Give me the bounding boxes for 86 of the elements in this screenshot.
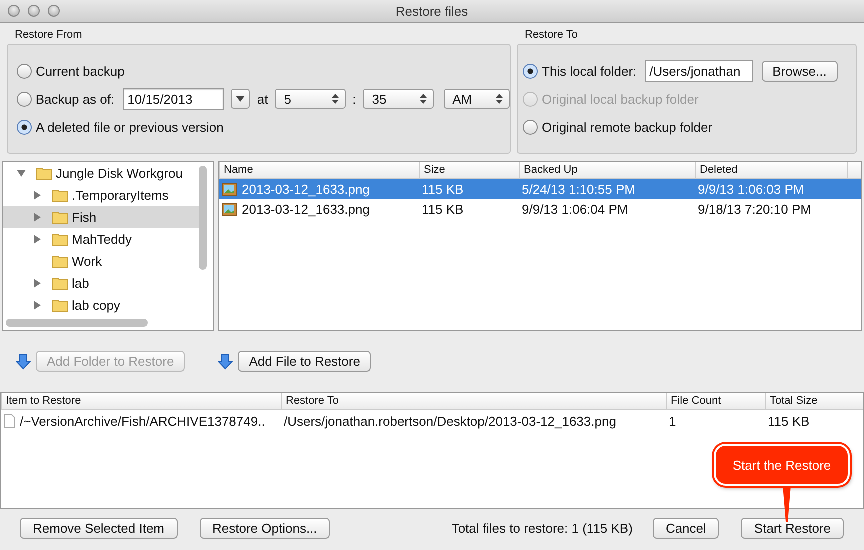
table-cell-text: 115 KB <box>767 414 811 428</box>
footer-button[interactable]: Cancel <box>652 518 720 538</box>
file-row[interactable]: 2013-03-12_1633.png 115 KB 9/9/13 1:06:04 PM 9/18/13 7:20:10 PM <box>219 199 861 219</box>
table-cell-text: 9/18/13 7:20:10 PM <box>697 202 812 216</box>
down-arrow-icon <box>218 354 234 370</box>
vertical-scrollbar[interactable] <box>199 166 207 270</box>
tree-item[interactable]: lab copy <box>3 294 199 316</box>
table-cell-text: /Users/jonathan.robertson/Desktop/2013-03-12_1633.png <box>283 414 618 428</box>
callout-bubble: Start the Restore <box>714 444 850 486</box>
date-field[interactable]: 10/15/2013 <box>122 88 224 110</box>
time-separator: : <box>352 92 356 106</box>
table-cell: /~VersionArchive/Fish/ARCHIVE1378749.. <box>1 414 281 428</box>
collapsed-triangle-icon[interactable] <box>33 212 42 222</box>
radio-label[interactable]: A deleted file or previous version <box>36 120 224 134</box>
folder-icon <box>52 298 68 312</box>
column-header[interactable]: Name <box>219 162 419 178</box>
minute-stepper[interactable]: 35 <box>363 89 434 109</box>
date-dropdown-button[interactable] <box>230 89 250 109</box>
minimize-icon[interactable] <box>28 5 40 17</box>
folder-icon <box>52 254 68 268</box>
total-label: Total files to restore: 1 (115 KB) <box>452 520 633 536</box>
column-header[interactable]: File Count <box>666 393 765 409</box>
footer-button[interactable]: Remove Selected Item <box>20 518 178 538</box>
radio-label[interactable]: Current backup <box>36 64 125 78</box>
image-file-icon <box>222 202 237 216</box>
expanded-triangle-icon[interactable] <box>17 168 26 178</box>
up-down-icon <box>332 94 339 104</box>
callout-pointer <box>781 486 793 522</box>
column-header[interactable]: Size <box>419 162 519 178</box>
radio-button[interactable] <box>523 64 538 78</box>
radio-label[interactable]: Original remote backup folder <box>542 120 713 134</box>
footer-button[interactable]: Restore Options... <box>200 518 330 538</box>
tree-item[interactable]: Jungle Disk Workgrou <box>3 162 199 184</box>
radio-button[interactable] <box>17 92 32 106</box>
up-down-icon <box>420 94 427 104</box>
table-cell-text: 9/9/13 1:06:03 PM <box>697 182 806 196</box>
group-label: Restore To <box>524 28 579 43</box>
caret-icon <box>236 96 245 102</box>
folder-field[interactable]: /Users/jonathan <box>644 60 753 82</box>
collapsed-triangle-icon[interactable] <box>33 300 42 310</box>
tree-item[interactable]: Work <box>3 250 199 272</box>
group-label: Restore From <box>14 28 84 43</box>
image-file-icon <box>222 182 237 196</box>
table-cell: 2013-03-12_1633.png <box>219 202 419 216</box>
radio-label[interactable]: Backup as of: <box>36 92 115 106</box>
column-header[interactable]: Backed Up <box>519 162 695 178</box>
at-label: at <box>257 92 268 106</box>
window-title: Restore files <box>396 4 468 18</box>
tree-item[interactable]: .TemporaryItems <box>3 184 199 206</box>
table-cell-text: 1 <box>668 414 678 428</box>
collapsed-triangle-icon[interactable] <box>33 190 42 200</box>
down-arrow-icon <box>16 354 31 370</box>
radio-button[interactable] <box>523 120 538 134</box>
radio-button[interactable] <box>17 64 32 78</box>
horizontal-scrollbar[interactable] <box>6 319 148 327</box>
document-icon <box>4 414 15 428</box>
folder-icon <box>36 166 52 180</box>
table-cell-text: 115 KB <box>421 202 465 216</box>
column-header[interactable]: Item to Restore <box>1 393 281 409</box>
table-cell-text: 9/9/13 1:06:04 PM <box>521 202 630 216</box>
tree-item[interactable]: lab <box>3 272 199 294</box>
add-button[interactable]: Add File to Restore <box>238 351 372 372</box>
collapsed-triangle-icon[interactable] <box>33 234 42 244</box>
column-header[interactable]: Deleted <box>695 162 847 178</box>
browse-button[interactable]: Browse... <box>762 60 838 82</box>
footer-button[interactable]: Start Restore <box>741 518 844 538</box>
up-down-icon <box>496 94 504 104</box>
folder-icon <box>52 210 68 224</box>
tree-item[interactable]: MahTeddy <box>3 228 199 250</box>
hour-stepper[interactable]: 5 <box>275 89 346 109</box>
table-cell-text: 115 KB <box>421 182 465 196</box>
file-row[interactable]: 2013-03-12_1633.png 115 KB 5/24/13 1:10:55 PM 9/9/13 1:06:03 PM <box>219 179 861 199</box>
tree-item[interactable]: Fish <box>3 206 199 228</box>
column-header[interactable]: Restore To <box>281 393 666 409</box>
close-icon[interactable] <box>8 5 20 17</box>
zoom-icon[interactable] <box>48 5 60 17</box>
collapsed-triangle-icon[interactable] <box>33 278 42 288</box>
radio-button[interactable] <box>17 120 32 134</box>
radio-label[interactable]: This local folder: <box>542 64 637 78</box>
table-cell-text: 5/24/13 1:10:55 PM <box>521 182 636 196</box>
folder-icon <box>52 276 68 290</box>
ampm-select[interactable]: AM <box>444 89 510 109</box>
table-cell: 2013-03-12_1633.png <box>219 182 419 196</box>
folder-icon <box>52 232 68 246</box>
column-header[interactable]: Total Size <box>765 393 863 409</box>
folder-icon <box>52 188 68 202</box>
